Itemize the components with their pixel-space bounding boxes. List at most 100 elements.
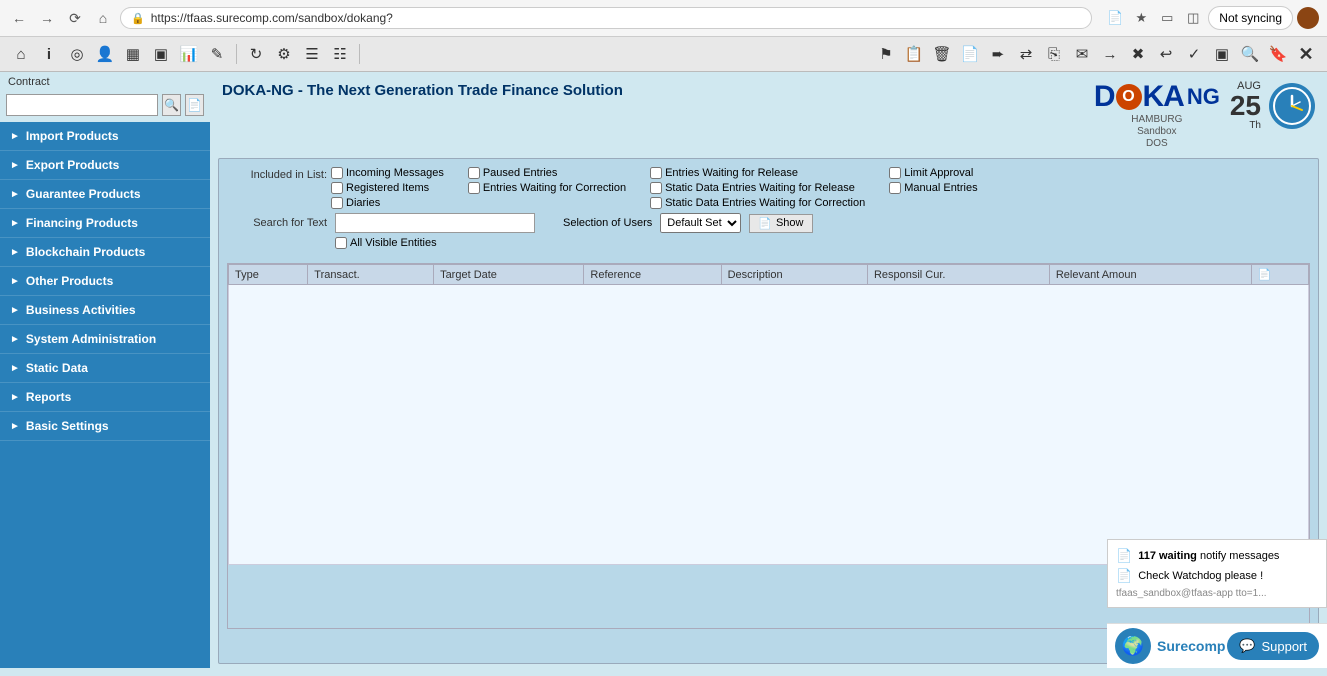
checkbox-static-data-waiting-correction[interactable]: Static Data Entries Waiting for Correcti… xyxy=(650,197,865,209)
toolbar-mail-icon[interactable]: ✉ xyxy=(1069,41,1095,67)
sidebar-item-system-admin[interactable]: ► System Administration xyxy=(0,325,210,354)
incoming-messages-checkbox[interactable] xyxy=(331,167,343,179)
toolbar-search-icon[interactable]: 🔍 xyxy=(1237,41,1263,67)
sidebar-item-import-products[interactable]: ► Import Products xyxy=(0,122,210,151)
toolbar-print-icon[interactable]: ⎘ xyxy=(1041,41,1067,67)
sidebar-item-guarantee-products[interactable]: ► Guarantee Products xyxy=(0,180,210,209)
toolbar-home-icon[interactable]: ⌂ xyxy=(8,41,34,67)
toolbar-grid-icon[interactable]: ▦ xyxy=(120,41,146,67)
checkbox-manual-entries[interactable]: Manual Entries xyxy=(889,182,977,194)
sidebar-item-static-data[interactable]: ► Static Data xyxy=(0,354,210,383)
checkbox-entries-waiting-release[interactable]: Entries Waiting for Release xyxy=(650,167,865,179)
sidebar-search-bar: 🔍 📄 xyxy=(0,90,210,120)
checkbox-registered-items[interactable]: Registered Items xyxy=(331,182,444,194)
support-button[interactable]: 💬 Support xyxy=(1227,632,1319,660)
toolbar-refresh-icon[interactable]: ↻ xyxy=(243,41,269,67)
toolbar-undo-icon[interactable]: ↩ xyxy=(1153,41,1179,67)
checkbox-entries-waiting-correction[interactable]: Entries Waiting for Correction xyxy=(468,182,626,194)
sidebar-item-label: Blockchain Products xyxy=(26,245,145,259)
diaries-checkbox[interactable] xyxy=(331,197,343,209)
sync-button[interactable]: Not syncing xyxy=(1208,6,1293,30)
show-button[interactable]: 📄 Show xyxy=(749,214,812,233)
browser-chrome: ← → ⟳ ⌂ 🔒 https://tfaas.surecomp.com/san… xyxy=(0,0,1327,37)
sidebar-item-business-activities[interactable]: ► Business Activities xyxy=(0,296,210,325)
surecomp-bar: 🌍 Surecomp 💬 Support xyxy=(1107,623,1327,668)
toolbar-columns-icon[interactable]: ☷ xyxy=(327,41,353,67)
toolbar-x-icon[interactable]: ✖ xyxy=(1125,41,1151,67)
checkbox-incoming-messages[interactable]: Incoming Messages xyxy=(331,167,444,179)
registered-items-checkbox[interactable] xyxy=(331,182,343,194)
users-select[interactable]: Default Set xyxy=(660,213,741,233)
checkbox-diaries[interactable]: Diaries xyxy=(331,197,444,209)
toolbar-forward-icon[interactable]: ➨ xyxy=(985,41,1011,67)
logo-o: O xyxy=(1116,84,1142,110)
sidebar-item-label: Financing Products xyxy=(26,216,138,230)
toolbar-arrow-icon[interactable]: → xyxy=(1097,41,1123,67)
toolbar-settings-icon[interactable]: ⚙ xyxy=(271,41,297,67)
app-header: DOKA-NG - The Next Generation Trade Fina… xyxy=(210,72,1327,158)
sidebar-item-blockchain-products[interactable]: ► Blockchain Products xyxy=(0,238,210,267)
sidebar-item-other-products[interactable]: ► Other Products xyxy=(0,267,210,296)
static-data-waiting-correction-checkbox[interactable] xyxy=(650,197,662,209)
toolbar-doc-icon[interactable]: 📄 xyxy=(957,41,983,67)
home-button[interactable]: ⌂ xyxy=(92,7,114,29)
sidebar-item-export-products[interactable]: ► Export Products xyxy=(0,151,210,180)
toolbar-sep1 xyxy=(236,44,237,64)
search-text-input[interactable] xyxy=(335,213,535,233)
sidebar-search-button[interactable]: 🔍 xyxy=(162,94,181,116)
clock-svg xyxy=(1272,86,1312,126)
reload-button[interactable]: ⟳ xyxy=(64,7,86,29)
toolbar-transfer-icon[interactable]: ⇄ xyxy=(1013,41,1039,67)
sidebar-add-button[interactable]: 📄 xyxy=(185,94,204,116)
toolbar-info-icon[interactable]: i xyxy=(36,41,62,67)
reader-button[interactable]: 📄 xyxy=(1104,7,1126,29)
collections-button[interactable]: ▭ xyxy=(1156,7,1178,29)
surecomp-name: Surecomp xyxy=(1157,638,1225,654)
included-in-list-row: Included in List: Incoming Messages xyxy=(227,167,1310,209)
checkbox-all-visible[interactable]: All Visible Entities xyxy=(335,237,1310,249)
arrow-icon: ► xyxy=(10,276,20,287)
toolbar-bookmark-icon[interactable]: 🔖 xyxy=(1265,41,1291,67)
toolbar-tree-icon[interactable]: ▣ xyxy=(148,41,174,67)
notify-msg-watchdog: 📄 Check Watchdog please ! xyxy=(1116,568,1318,584)
favorites-button[interactable]: ★ xyxy=(1130,7,1152,29)
sidebar-item-reports[interactable]: ► Reports xyxy=(0,383,210,412)
toolbar-chart-icon[interactable]: 📊 xyxy=(176,41,202,67)
profile-button[interactable]: ◫ xyxy=(1182,7,1204,29)
entries-waiting-release-checkbox[interactable] xyxy=(650,167,662,179)
all-visible-label: All Visible Entities xyxy=(350,237,437,249)
back-button[interactable]: ← xyxy=(8,7,30,29)
sidebar-item-label: Reports xyxy=(26,390,71,404)
contract-label: Contract xyxy=(0,74,210,90)
avatar[interactable] xyxy=(1297,7,1319,29)
date-suffix: Th xyxy=(1230,120,1261,131)
toolbar-edit-icon[interactable]: ✎ xyxy=(204,41,230,67)
checkbox-limit-approval[interactable]: Limit Approval xyxy=(889,167,977,179)
sidebar-item-basic-settings[interactable]: ► Basic Settings xyxy=(0,412,210,441)
toolbar-sep2 xyxy=(359,44,360,64)
checkbox-paused-entries[interactable]: Paused Entries xyxy=(468,167,626,179)
all-visible-checkbox[interactable] xyxy=(335,237,347,249)
manual-entries-checkbox[interactable] xyxy=(889,182,901,194)
toolbar-flag-icon[interactable]: ⚑ xyxy=(873,41,899,67)
paused-entries-checkbox[interactable] xyxy=(468,167,480,179)
sidebar-search-input[interactable] xyxy=(6,94,158,116)
toolbar-users-icon[interactable]: 👤 xyxy=(92,41,118,67)
toolbar-delete-icon[interactable]: 🗑 xyxy=(929,41,955,67)
checkbox-static-data-waiting-release[interactable]: Static Data Entries Waiting for Release xyxy=(650,182,865,194)
notify-icon: 📄 xyxy=(1116,548,1132,564)
toolbar-box-icon[interactable]: ▣ xyxy=(1209,41,1235,67)
entries-waiting-correction-checkbox[interactable] xyxy=(468,182,480,194)
static-data-waiting-release-checkbox[interactable] xyxy=(650,182,662,194)
address-bar[interactable]: 🔒 https://tfaas.surecomp.com/sandbox/dok… xyxy=(120,7,1092,29)
sidebar-item-financing-products[interactable]: ► Financing Products xyxy=(0,209,210,238)
clock-circle xyxy=(1269,83,1315,129)
toolbar-copy-icon[interactable]: 📋 xyxy=(901,41,927,67)
arrow-icon: ► xyxy=(10,131,20,142)
limit-approval-checkbox[interactable] xyxy=(889,167,901,179)
forward-button[interactable]: → xyxy=(36,7,58,29)
close-button[interactable]: ✕ xyxy=(1293,41,1319,67)
toolbar-list-icon[interactable]: ☰ xyxy=(299,41,325,67)
toolbar-target-icon[interactable]: ◎ xyxy=(64,41,90,67)
toolbar-check-icon[interactable]: ✓ xyxy=(1181,41,1207,67)
